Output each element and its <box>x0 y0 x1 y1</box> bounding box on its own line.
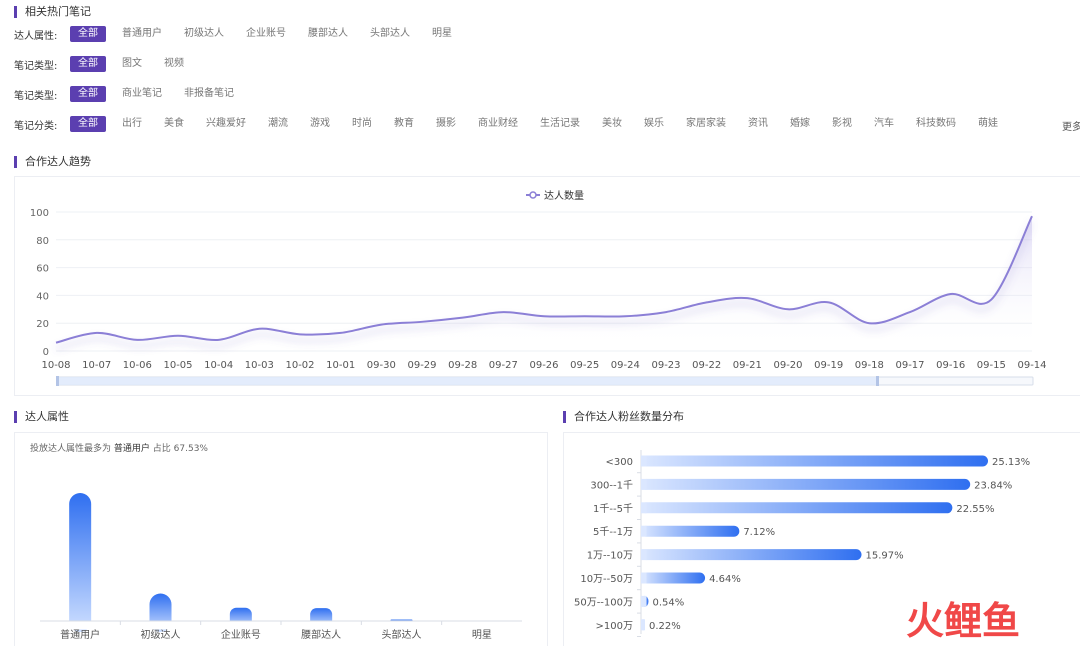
fans-value-label: 23.84% <box>974 480 1012 491</box>
watermark-logo: 火鲤鱼 <box>906 600 1056 642</box>
watermark-text: 火鲤鱼 <box>906 600 1020 642</box>
fans-category-label: <300 <box>606 457 633 468</box>
fans-value-label: 22.55% <box>956 504 994 515</box>
fans-bar-base <box>641 455 647 467</box>
fans-bar[interactable] <box>641 525 740 537</box>
fans-horizontal-bar-chart: <300 25.13% 300--1千 23.84% 1千--5千 22.55% 5千--1… <box>574 450 1030 637</box>
fans-category-label: 300--1千 <box>590 479 633 491</box>
fans-bar-base <box>641 549 647 561</box>
fans-category-label: 5千--1万 <box>593 526 633 538</box>
fans-bar[interactable] <box>641 572 706 584</box>
fans-category-label: 1千--5千 <box>593 503 633 515</box>
fans-value-label: 7.12% <box>743 527 775 538</box>
fans-bar-base <box>641 525 647 537</box>
watermark-logo-mark: 火鲤鱼 <box>906 600 1020 642</box>
fans-bar-base <box>641 619 645 631</box>
fans-bar-base <box>641 502 647 514</box>
fans-value-label: 4.64% <box>709 574 741 585</box>
fans-bar[interactable] <box>641 502 953 514</box>
fans-category-label: 10万--50万 <box>580 574 633 585</box>
fans-bar[interactable] <box>641 455 988 467</box>
fans-bar-base <box>641 572 647 584</box>
fans-bar[interactable] <box>641 478 971 490</box>
fans-value-label: 15.97% <box>866 551 904 562</box>
fans-value-label: 0.54% <box>652 597 684 608</box>
fans-category-label: >100万 <box>596 621 633 632</box>
fans-value-label: 0.22% <box>649 621 681 632</box>
fans-category-label: 1万--10万 <box>587 551 633 562</box>
fans-category-label: 50万--100万 <box>574 597 633 608</box>
fans-bar-base <box>641 595 647 607</box>
fans-value-label: 25.13% <box>992 457 1030 468</box>
fans-bar[interactable] <box>641 549 862 561</box>
fans-bar-base <box>641 478 647 490</box>
